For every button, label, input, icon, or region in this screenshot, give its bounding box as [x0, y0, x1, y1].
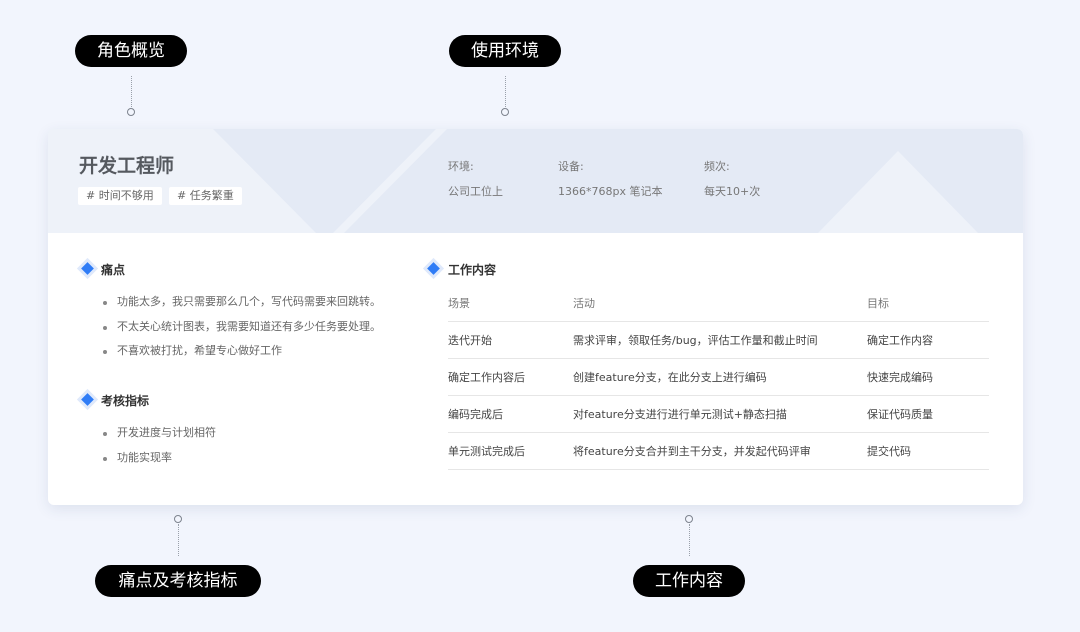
diamond-icon: [427, 262, 440, 275]
connector-line: [178, 524, 179, 556]
device-value: 1366*768px 笔记本: [558, 185, 663, 198]
table-row: 单元测试完成后 将feature分支合并到主干分支，并发起代码评审 提交代码: [448, 432, 989, 470]
frequency-label: 频次:: [704, 160, 730, 173]
table-cell: 保证代码质量: [867, 395, 989, 433]
table-cell: 创建feature分支，在此分支上进行编码: [573, 358, 867, 396]
role-tag: # 时间不够用: [78, 187, 162, 205]
diamond-icon: [81, 393, 94, 406]
frequency-value: 每天10+次: [704, 185, 761, 198]
callout-pain-and-metrics: 痛点及考核指标: [95, 565, 261, 597]
table-cell: 编码完成后: [448, 395, 573, 433]
callout-role-overview: 角色概览: [75, 35, 187, 67]
connector-line: [505, 76, 506, 107]
device-label: 设备:: [558, 160, 584, 173]
connector-line: [689, 524, 690, 556]
pain-points-list: 功能太多，我只需要那么几个，写代码需要来回跳转。 不太关心统计图表，我需要知道还…: [96, 290, 381, 364]
table-cell: 单元测试完成后: [448, 432, 573, 470]
connector-line: [131, 76, 132, 107]
callout-environment: 使用环境: [449, 35, 561, 67]
connector-dot: [685, 515, 693, 523]
table-cell: 将feature分支合并到主干分支，并发起代码评审: [573, 432, 867, 470]
table-cell: 提交代码: [867, 432, 989, 470]
table-row: 迭代开始 需求评审，领取任务/bug，评估工作量和截止时间 确定工作内容: [448, 321, 989, 359]
column-header: 活动: [573, 285, 867, 322]
table-cell: 快速完成编码: [867, 358, 989, 396]
role-title: 开发工程师: [79, 155, 175, 177]
role-tag: # 任务繁重: [169, 187, 242, 205]
connector-dot: [501, 108, 509, 116]
persona-card: 开发工程师 # 时间不够用 # 任务繁重 环境: 公司工位上 设备: 1366*…: [48, 129, 1023, 505]
metrics-list: 开发进度与计划相符 功能实现率: [96, 421, 216, 470]
list-item: 功能实现率: [96, 446, 216, 471]
env-label: 环境:: [448, 160, 474, 173]
connector-dot: [174, 515, 182, 523]
table-cell: 需求评审，领取任务/bug，评估工作量和截止时间: [573, 321, 867, 359]
table-cell: 迭代开始: [448, 321, 573, 359]
table-cell: 确定工作内容后: [448, 358, 573, 396]
column-header: 场景: [448, 285, 573, 322]
column-header: 目标: [867, 285, 989, 322]
work-table: 场景 活动 目标 迭代开始 需求评审，领取任务/bug，评估工作量和截止时间 确…: [448, 285, 989, 470]
table-row: 编码完成后 对feature分支进行进行单元测试+静态扫描 保证代码质量: [448, 395, 989, 433]
list-item: 开发进度与计划相符: [96, 421, 216, 446]
pain-points-title: 痛点: [101, 263, 126, 277]
work-title: 工作内容: [448, 263, 497, 277]
card-header: 开发工程师 # 时间不够用 # 任务繁重 环境: 公司工位上 设备: 1366*…: [48, 129, 1023, 233]
list-item: 不喜欢被打扰，希望专心做好工作: [96, 339, 381, 364]
list-item: 不太关心统计图表，我需要知道还有多少任务要处理。: [96, 315, 381, 340]
table-row: 确定工作内容后 创建feature分支，在此分支上进行编码 快速完成编码: [448, 358, 989, 396]
header-decoration: [48, 129, 978, 233]
metrics-title: 考核指标: [101, 394, 150, 408]
diamond-icon: [81, 262, 94, 275]
table-header-row: 场景 活动 目标: [448, 285, 989, 322]
table-cell: 对feature分支进行进行单元测试+静态扫描: [573, 395, 867, 433]
env-value: 公司工位上: [448, 185, 503, 198]
connector-dot: [127, 108, 135, 116]
list-item: 功能太多，我只需要那么几个，写代码需要来回跳转。: [96, 290, 381, 315]
table-cell: 确定工作内容: [867, 321, 989, 359]
callout-work-content: 工作内容: [633, 565, 745, 597]
